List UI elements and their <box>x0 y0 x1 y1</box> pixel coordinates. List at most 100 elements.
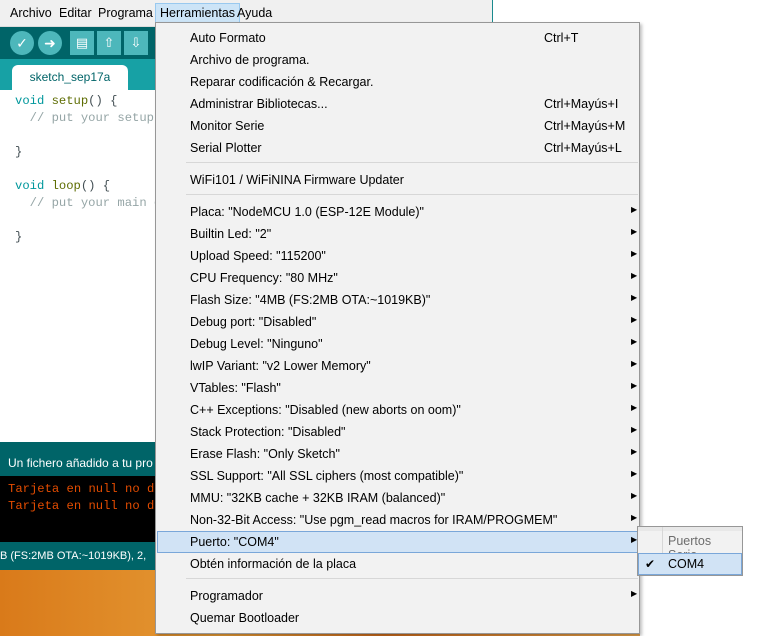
code-line: } <box>15 230 23 244</box>
menu-item-placa[interactable]: Placa: "NodeMCU 1.0 (ESP-12E Module)" ▶ <box>157 201 638 223</box>
code-keyword: void <box>15 94 45 108</box>
menu-item-upload-speed[interactable]: Upload Speed: "115200" ▶ <box>157 245 638 267</box>
submenu-item-com4[interactable]: ✔ COM4 <box>638 553 742 575</box>
menu-ayuda[interactable]: Ayuda <box>233 4 276 22</box>
code-editor[interactable]: void setup() { // put your setup } void … <box>0 90 161 442</box>
menu-item-label: Flash Size: "4MB (FS:2MB OTA:~1019KB)" <box>190 293 431 307</box>
new-button[interactable]: ▤ <box>70 31 94 55</box>
board-info-footer: B (FS:2MB OTA:~1019KB), 2, <box>0 542 155 570</box>
menu-item-serial-plotter[interactable]: Serial Plotter Ctrl+Mayús+L <box>157 137 638 159</box>
menu-item-builtin-led[interactable]: Builtin Led: "2" ▶ <box>157 223 638 245</box>
menu-item-debug-level[interactable]: Debug Level: "Ninguno" ▶ <box>157 333 638 355</box>
menu-item-flash-size[interactable]: Flash Size: "4MB (FS:2MB OTA:~1019KB)" ▶ <box>157 289 638 311</box>
menu-item-label: Debug port: "Disabled" <box>190 315 317 329</box>
menu-archivo[interactable]: Archivo <box>6 4 56 22</box>
verify-button[interactable]: ✓ <box>10 31 34 55</box>
submenu-separator <box>662 527 663 553</box>
herramientas-dropdown-menu: Auto Formato Ctrl+T Archivo de programa.… <box>155 22 640 634</box>
console-line: Tarjeta en null no di <box>8 499 155 513</box>
menu-item-label: Serial Plotter <box>190 141 262 155</box>
code-line: // put your main c <box>15 196 162 210</box>
menu-item-label: Stack Protection: "Disabled" <box>190 425 346 439</box>
menu-item-label: Puerto: "COM4" <box>190 535 279 549</box>
upload-button[interactable]: ➜ <box>38 31 62 55</box>
console-output: Tarjeta en null no di Tarjeta en null no… <box>0 476 155 542</box>
menu-programa[interactable]: Programa <box>94 4 157 22</box>
menu-item-stack-protection[interactable]: Stack Protection: "Disabled" ▶ <box>157 421 638 443</box>
menu-item-label: Programador <box>190 589 263 603</box>
puertos-serie-submenu: Puertos Serie ✔ COM4 <box>637 526 743 576</box>
code-line: void setup() { <box>15 94 118 108</box>
menu-item-label: Builtin Led: "2" <box>190 227 272 241</box>
menu-editar[interactable]: Editar <box>55 4 96 22</box>
submenu-arrow-icon: ▶ <box>631 293 638 302</box>
menu-item-label: WiFi101 / WiFiNINA Firmware Updater <box>190 173 404 187</box>
submenu-arrow-icon: ▶ <box>631 469 638 478</box>
tab-bar: sketch_sep17a <box>0 59 155 90</box>
code-function: setup <box>51 94 89 108</box>
arrow-right-icon: ➜ <box>44 35 56 51</box>
check-icon: ✓ <box>16 35 28 51</box>
menu-item-label: SSL Support: "All SSL ciphers (most comp… <box>190 469 464 483</box>
menu-item-puerto[interactable]: Puerto: "COM4" ▶ <box>157 531 638 553</box>
menu-item-label: Monitor Serie <box>190 119 265 133</box>
menu-item-label: Archivo de programa. <box>190 53 310 67</box>
menu-separator <box>186 194 638 195</box>
arrow-down-icon: ⇩ <box>130 35 142 50</box>
menu-item-obten-informacion[interactable]: Obtén información de la placa <box>157 553 638 575</box>
menu-item-lwip-variant[interactable]: lwIP Variant: "v2 Lower Memory" ▶ <box>157 355 638 377</box>
board-info-text: B (FS:2MB OTA:~1019KB), 2, <box>0 550 147 562</box>
menu-item-label: Erase Flash: "Only Sketch" <box>190 447 340 461</box>
submenu-arrow-icon: ▶ <box>631 589 638 598</box>
code-line: // put your setup <box>15 111 154 125</box>
menu-separator <box>186 162 638 163</box>
submenu-arrow-icon: ▶ <box>631 271 638 280</box>
menu-item-cpu-frequency[interactable]: CPU Frequency: "80 MHz" ▶ <box>157 267 638 289</box>
status-bar: Un fichero añadido a tu pro <box>0 442 155 476</box>
menu-item-wifi-updater[interactable]: WiFi101 / WiFiNINA Firmware Updater <box>157 169 638 191</box>
submenu-arrow-icon: ▶ <box>631 249 638 258</box>
save-button[interactable]: ⇩ <box>124 31 148 55</box>
menu-item-label: Reparar codificación & Recargar. <box>190 75 374 89</box>
menu-item-auto-formato[interactable]: Auto Formato Ctrl+T <box>157 27 638 49</box>
menu-item-label: lwIP Variant: "v2 Lower Memory" <box>190 359 371 373</box>
submenu-arrow-icon: ▶ <box>631 425 638 434</box>
menu-item-reparar[interactable]: Reparar codificación & Recargar. <box>157 71 638 93</box>
menu-item-label: C++ Exceptions: "Disabled (new aborts on… <box>190 403 461 417</box>
submenu-arrow-icon: ▶ <box>631 315 638 324</box>
menu-separator <box>186 578 638 579</box>
menu-item-label: Administrar Bibliotecas... <box>190 97 328 111</box>
menu-item-label: MMU: "32KB cache + 32KB IRAM (balanced)" <box>190 491 446 505</box>
menu-item-quemar-bootloader[interactable]: Quemar Bootloader <box>157 607 638 629</box>
submenu-arrow-icon: ▶ <box>631 381 638 390</box>
submenu-arrow-icon: ▶ <box>631 403 638 412</box>
open-button[interactable]: ⇧ <box>97 31 121 55</box>
menu-item-vtables[interactable]: VTables: "Flash" ▶ <box>157 377 638 399</box>
menu-item-erase-flash[interactable]: Erase Flash: "Only Sketch" ▶ <box>157 443 638 465</box>
menu-item-label: Quemar Bootloader <box>190 611 300 625</box>
menu-item-debug-port[interactable]: Debug port: "Disabled" ▶ <box>157 311 638 333</box>
menu-item-shortcut: Ctrl+Mayús+I <box>544 97 619 111</box>
menu-item-mmu[interactable]: MMU: "32KB cache + 32KB IRAM (balanced)"… <box>157 487 638 509</box>
code-function: loop <box>51 179 81 193</box>
tab-sketch[interactable]: sketch_sep17a <box>12 65 128 90</box>
menu-item-archivo-programa[interactable]: Archivo de programa. <box>157 49 638 71</box>
code-keyword: void <box>15 179 45 193</box>
submenu-arrow-icon: ▶ <box>631 447 638 456</box>
menu-item-ssl-support[interactable]: SSL Support: "All SSL ciphers (most comp… <box>157 465 638 487</box>
arrow-up-icon: ⇧ <box>103 35 115 50</box>
menu-item-non-32-bit-access[interactable]: Non-32-Bit Access: "Use pgm_read macros … <box>157 509 638 531</box>
submenu-arrow-icon: ▶ <box>631 491 638 500</box>
menu-item-label: Non-32-Bit Access: "Use pgm_read macros … <box>190 513 558 527</box>
menu-item-label: Placa: "NodeMCU 1.0 (ESP-12E Module)" <box>190 205 424 219</box>
menu-item-programador[interactable]: Programador ▶ <box>157 585 638 607</box>
console-line: Tarjeta en null no di <box>8 482 155 496</box>
menu-item-shortcut: Ctrl+Mayús+M <box>544 119 626 133</box>
menu-item-label: VTables: "Flash" <box>190 381 281 395</box>
submenu-top-strip <box>638 527 742 531</box>
menu-item-cpp-exceptions[interactable]: C++ Exceptions: "Disabled (new aborts on… <box>157 399 638 421</box>
menu-item-monitor-serie[interactable]: Monitor Serie Ctrl+Mayús+M <box>157 115 638 137</box>
menu-item-administrar-bibliotecas[interactable]: Administrar Bibliotecas... Ctrl+Mayús+I <box>157 93 638 115</box>
menu-item-label: CPU Frequency: "80 MHz" <box>190 271 338 285</box>
menu-herramientas[interactable]: Herramientas <box>155 3 241 23</box>
